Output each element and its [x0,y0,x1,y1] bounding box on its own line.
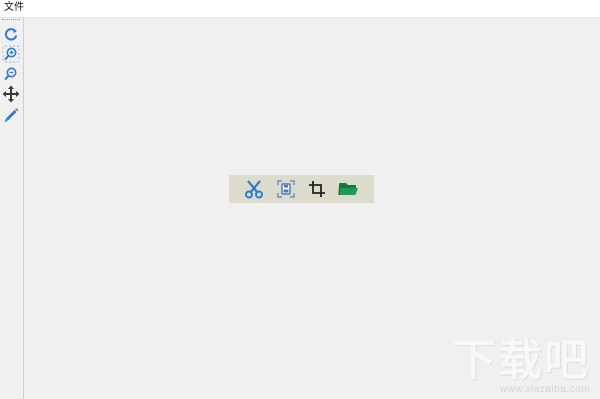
watermark-main-text: 下载吧 [452,335,590,386]
rotate-button[interactable] [1,24,21,44]
zoom-in-icon [2,45,20,63]
crop-icon [309,181,326,197]
pencil-icon [4,108,19,122]
save-button[interactable] [273,176,299,202]
move-button[interactable] [1,84,21,104]
menu-file[interactable]: 文件 [3,1,25,15]
folder-icon [338,182,359,196]
scissors-icon [244,180,263,199]
rotate-icon [4,28,18,41]
pencil-button[interactable] [1,105,21,125]
zoom-out-button[interactable] [1,64,21,84]
save-icon [276,180,295,198]
folder-button[interactable] [336,176,362,202]
move-icon [2,85,20,103]
zoom-out-icon [4,67,17,81]
watermark-url: www.xiazaiba.com [499,384,590,395]
watermark-logo: 下载吧 www.xiazaiba.com [452,335,594,396]
left-toolbar [0,18,24,399]
scissors-button[interactable] [241,176,267,202]
zoom-in-button[interactable] [1,44,21,64]
menu-bar: 文件 [0,0,600,18]
capture-toolbar [229,175,374,203]
toolbar-grip[interactable] [2,19,20,20]
crop-button[interactable] [304,176,330,202]
